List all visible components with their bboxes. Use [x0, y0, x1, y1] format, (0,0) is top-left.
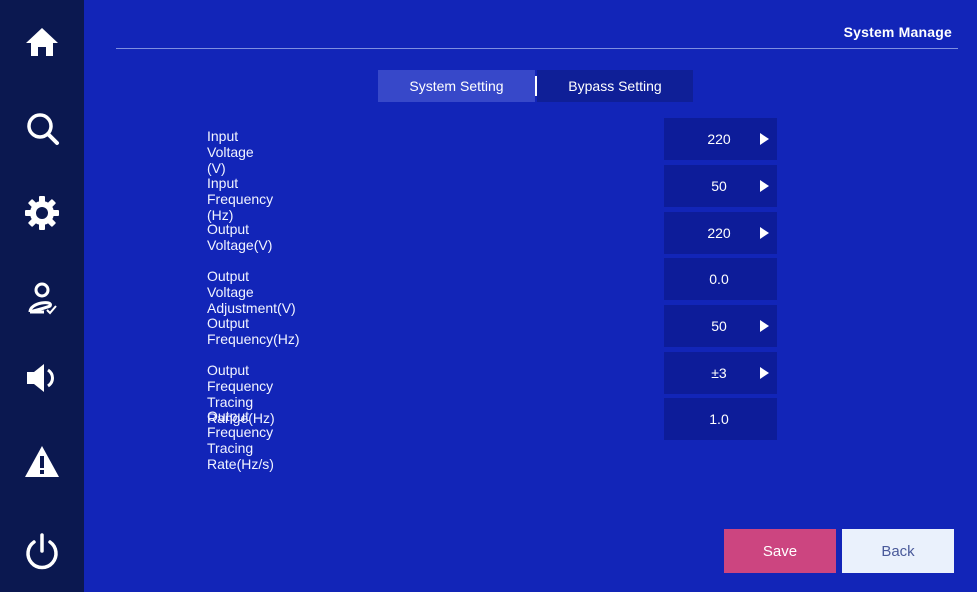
output-voltage-adjustment-label: Output Voltage Adjustment(V)	[207, 268, 296, 316]
speaker-icon	[27, 364, 54, 392]
page-title: System Manage	[843, 24, 952, 40]
warning-icon	[25, 446, 59, 477]
nav-user[interactable]	[0, 268, 84, 328]
nav-settings[interactable]	[0, 183, 84, 243]
output-voltage-adjustment-value: 0.0	[709, 271, 729, 287]
output-frequency-tracing-rate-field[interactable]: 1.0	[664, 398, 777, 440]
user-check-icon	[28, 282, 57, 315]
output-frequency-tracing-rate-label: Output Frequency Tracing Rate(Hz/s)	[207, 408, 274, 472]
gear-icon	[25, 196, 59, 230]
input-frequency-label: Input Frequency (Hz)	[207, 175, 274, 223]
save-button[interactable]: Save	[724, 529, 836, 573]
tab-system-setting[interactable]: System Setting	[378, 70, 535, 102]
input-frequency-field[interactable]: 50	[664, 165, 777, 207]
play-arrow-icon[interactable]	[760, 180, 769, 192]
nav-power[interactable]	[0, 522, 84, 582]
output-frequency-tracing-range-field[interactable]: ±3	[664, 352, 777, 394]
nav-home[interactable]	[0, 12, 84, 72]
output-voltage-adjustment-field[interactable]: 0.0	[664, 258, 777, 300]
play-arrow-icon[interactable]	[760, 367, 769, 379]
input-voltage-label: Input Voltage (V)	[207, 128, 254, 176]
home-icon	[26, 28, 58, 56]
input-frequency-value: 50	[711, 178, 727, 194]
nav-search[interactable]	[0, 98, 84, 158]
main-panel: System Manage System Setting Bypass Sett…	[84, 0, 977, 592]
output-frequency-tracing-range-value: ±3	[711, 365, 727, 381]
output-frequency-label: Output Frequency(Hz)	[207, 315, 300, 347]
power-icon	[26, 533, 58, 570]
output-voltage-value: 220	[707, 225, 731, 241]
title-divider	[116, 48, 958, 49]
tab-bar: System Setting Bypass Setting	[378, 70, 693, 102]
output-frequency-tracing-rate-value: 1.0	[709, 411, 729, 427]
nav-alarm[interactable]	[0, 432, 84, 492]
input-voltage-field[interactable]: 220	[664, 118, 777, 160]
play-arrow-icon[interactable]	[760, 320, 769, 332]
input-voltage-value: 220	[707, 131, 731, 147]
output-frequency-field[interactable]: 50	[664, 305, 777, 347]
tab-bypass-setting[interactable]: Bypass Setting	[537, 70, 693, 102]
output-voltage-field[interactable]: 220	[664, 212, 777, 254]
back-button[interactable]: Back	[842, 529, 954, 573]
output-voltage-label: Output Voltage(V)	[207, 221, 273, 253]
nav-sound[interactable]	[0, 348, 84, 408]
output-frequency-value: 50	[711, 318, 727, 334]
play-arrow-icon[interactable]	[760, 133, 769, 145]
sidebar	[0, 0, 84, 592]
search-icon	[27, 113, 59, 145]
play-arrow-icon[interactable]	[760, 227, 769, 239]
